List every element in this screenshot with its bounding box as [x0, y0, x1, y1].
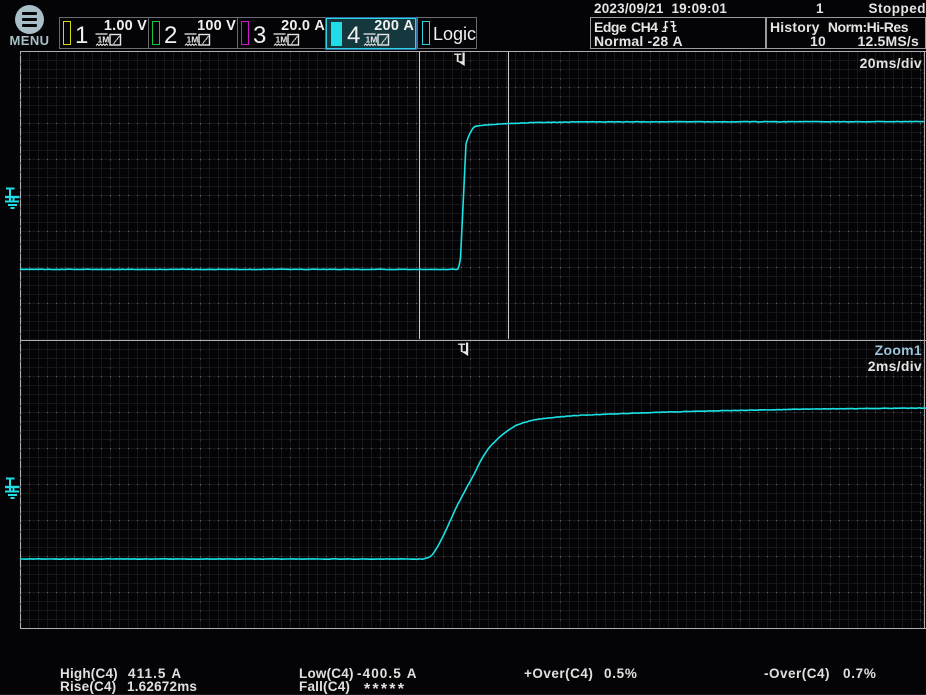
svg-text:1M: 1M — [187, 35, 199, 45]
svg-text:1M: 1M — [98, 35, 110, 45]
svg-text:1M: 1M — [276, 35, 288, 45]
svg-text:1M: 1M — [366, 35, 378, 45]
